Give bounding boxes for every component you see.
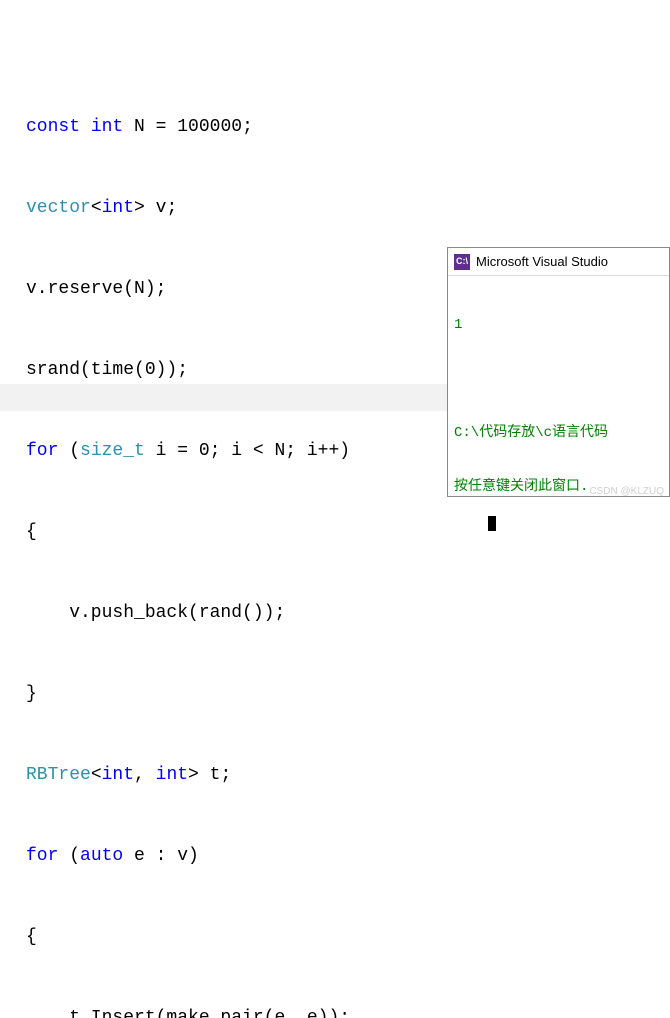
console-titlebar[interactable]: C:\ Microsoft Visual Studio xyxy=(448,248,669,276)
output-line: C:\代码存放\c语言代码 xyxy=(454,424,663,442)
vs-icon: C:\ xyxy=(454,254,470,270)
console-window[interactable]: C:\ Microsoft Visual Studio 1 C:\代码存放\c语… xyxy=(447,247,670,497)
watermark: CSDN @KLZUQ xyxy=(589,478,664,505)
code-line: const int N = 100000; xyxy=(26,114,670,141)
code-line: t.Insert(make_pair(e, e)); xyxy=(26,1005,670,1018)
console-title-text: Microsoft Visual Studio xyxy=(476,248,608,275)
code-line: v.push_back(rand()); xyxy=(26,600,670,627)
code-line: } xyxy=(26,681,670,708)
console-output: 1 C:\代码存放\c语言代码 按任意键关闭此窗口. xyxy=(448,276,669,554)
cursor-icon xyxy=(488,516,496,531)
output-line: 1 xyxy=(454,316,663,334)
code-line: { xyxy=(26,924,670,951)
code-line: RBTree<int, int> t; xyxy=(26,762,670,789)
code-line: for (auto e : v) xyxy=(26,843,670,870)
blank-line xyxy=(454,370,663,388)
code-line: vector<int> v; xyxy=(26,195,670,222)
